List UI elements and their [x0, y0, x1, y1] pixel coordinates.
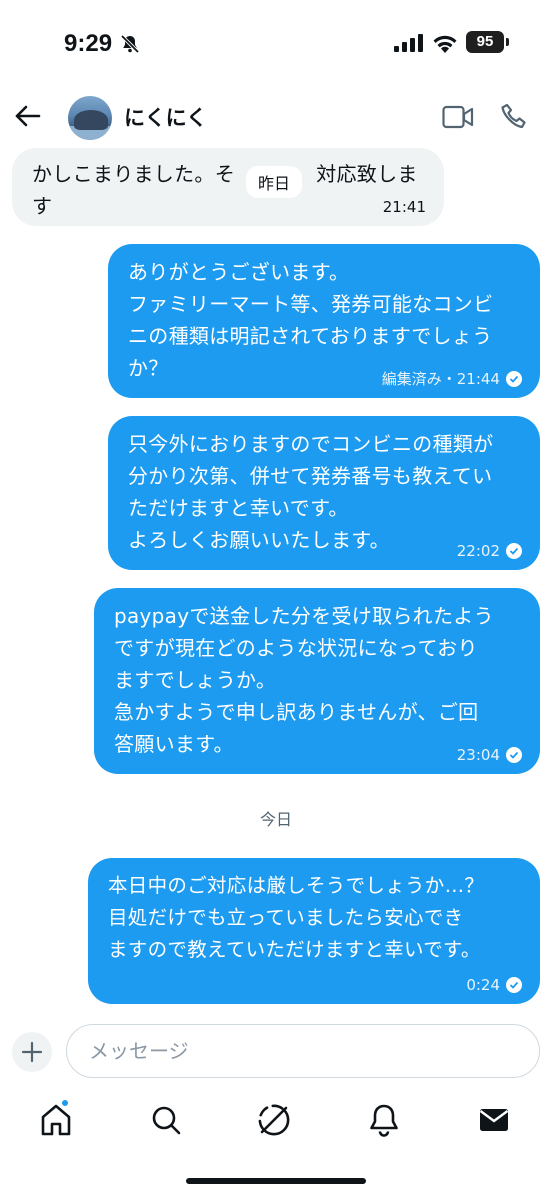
add-media-button[interactable]: [12, 1032, 52, 1072]
wifi-icon: [433, 35, 457, 53]
read-check-icon: [506, 747, 522, 763]
message-meta: 23:04: [457, 746, 522, 764]
phone-icon[interactable]: [500, 102, 528, 130]
read-check-icon: [506, 977, 522, 993]
status-time: 9:29: [64, 30, 113, 57]
home-indicator: [186, 1178, 366, 1184]
date-label-today: 今日: [259, 810, 292, 829]
message-time: 23:04: [456, 746, 500, 764]
tab-messages[interactable]: [476, 1102, 512, 1138]
bottom-tab-bar: [0, 1092, 552, 1148]
message-time: 0:24: [466, 976, 500, 994]
message-text: かしこまりました。そ 対応致します: [32, 162, 418, 218]
message-bubble-outgoing[interactable]: 只今外におりますのでコンビニの種類が 分かり次第、併せて発券番号も教えてい ただ…: [108, 416, 540, 570]
message-meta: 22:02: [457, 542, 522, 560]
contact-name[interactable]: にくにく: [124, 102, 207, 132]
message-input[interactable]: [66, 1024, 540, 1078]
video-call-icon[interactable]: [442, 104, 474, 130]
message-meta: 0:24: [466, 976, 522, 994]
signal-icon: [394, 34, 423, 52]
message-text: 只今外におりますのでコンビニの種類が 分かり次第、併せて発券番号も教えてい ただ…: [128, 432, 494, 552]
status-bar: 9:29 95: [0, 0, 552, 92]
message-bubble-outgoing[interactable]: paypayで送金した分を受け取られたよう ですが現在どのような状況になっており…: [94, 588, 540, 774]
bell-slash-icon: [120, 34, 140, 54]
battery-tip: [506, 38, 509, 46]
messages-icon: [479, 1109, 509, 1131]
avatar[interactable]: [68, 96, 112, 140]
tab-search[interactable]: [148, 1102, 184, 1138]
conversation-header: にくにく: [0, 92, 552, 144]
message-meta: 編集済み・21:44: [382, 370, 522, 388]
plus-icon: [21, 1041, 43, 1063]
read-check-icon: [506, 371, 522, 387]
tab-grok[interactable]: [256, 1102, 292, 1138]
message-time: 21:41: [382, 198, 426, 216]
message-bubble-outgoing[interactable]: 本日中のご対応は厳しそうでしょうか…？ 目処だけでも立っていましたら安心でき ま…: [88, 858, 540, 1004]
avatar-rock: [74, 110, 108, 130]
message-composer: [0, 1022, 552, 1078]
message-text: ありがとうございます。 ファミリーマート等、発券可能なコンビ ニの種類は明記され…: [128, 260, 494, 380]
grok-icon: [258, 1104, 290, 1136]
battery-icon: 95: [466, 31, 504, 53]
home-notification-dot: [60, 1098, 70, 1108]
message-meta: 21:41: [383, 198, 426, 216]
message-bubble-incoming[interactable]: かしこまりました。そ 対応致します 21:41: [12, 148, 444, 226]
tab-home[interactable]: [38, 1098, 74, 1138]
search-icon: [152, 1106, 181, 1135]
message-time: 編集済み・21:44: [381, 370, 500, 388]
back-arrow-icon[interactable]: [14, 102, 42, 130]
message-text: paypayで送金した分を受け取られたよう ですが現在どのような状況になっており…: [114, 604, 494, 756]
message-text: 本日中のご対応は厳しそうでしょうか…？ 目処だけでも立っていましたら安心でき ま…: [108, 874, 485, 961]
message-bubble-outgoing[interactable]: ありがとうございます。 ファミリーマート等、発券可能なコンビ ニの種類は明記され…: [108, 244, 540, 398]
message-time: 22:02: [456, 542, 500, 560]
read-check-icon: [506, 543, 522, 559]
home-icon: [41, 1104, 71, 1136]
tab-notifications[interactable]: [366, 1102, 402, 1138]
date-label-yesterday: 昨日: [246, 166, 303, 198]
notifications-icon: [370, 1104, 398, 1137]
